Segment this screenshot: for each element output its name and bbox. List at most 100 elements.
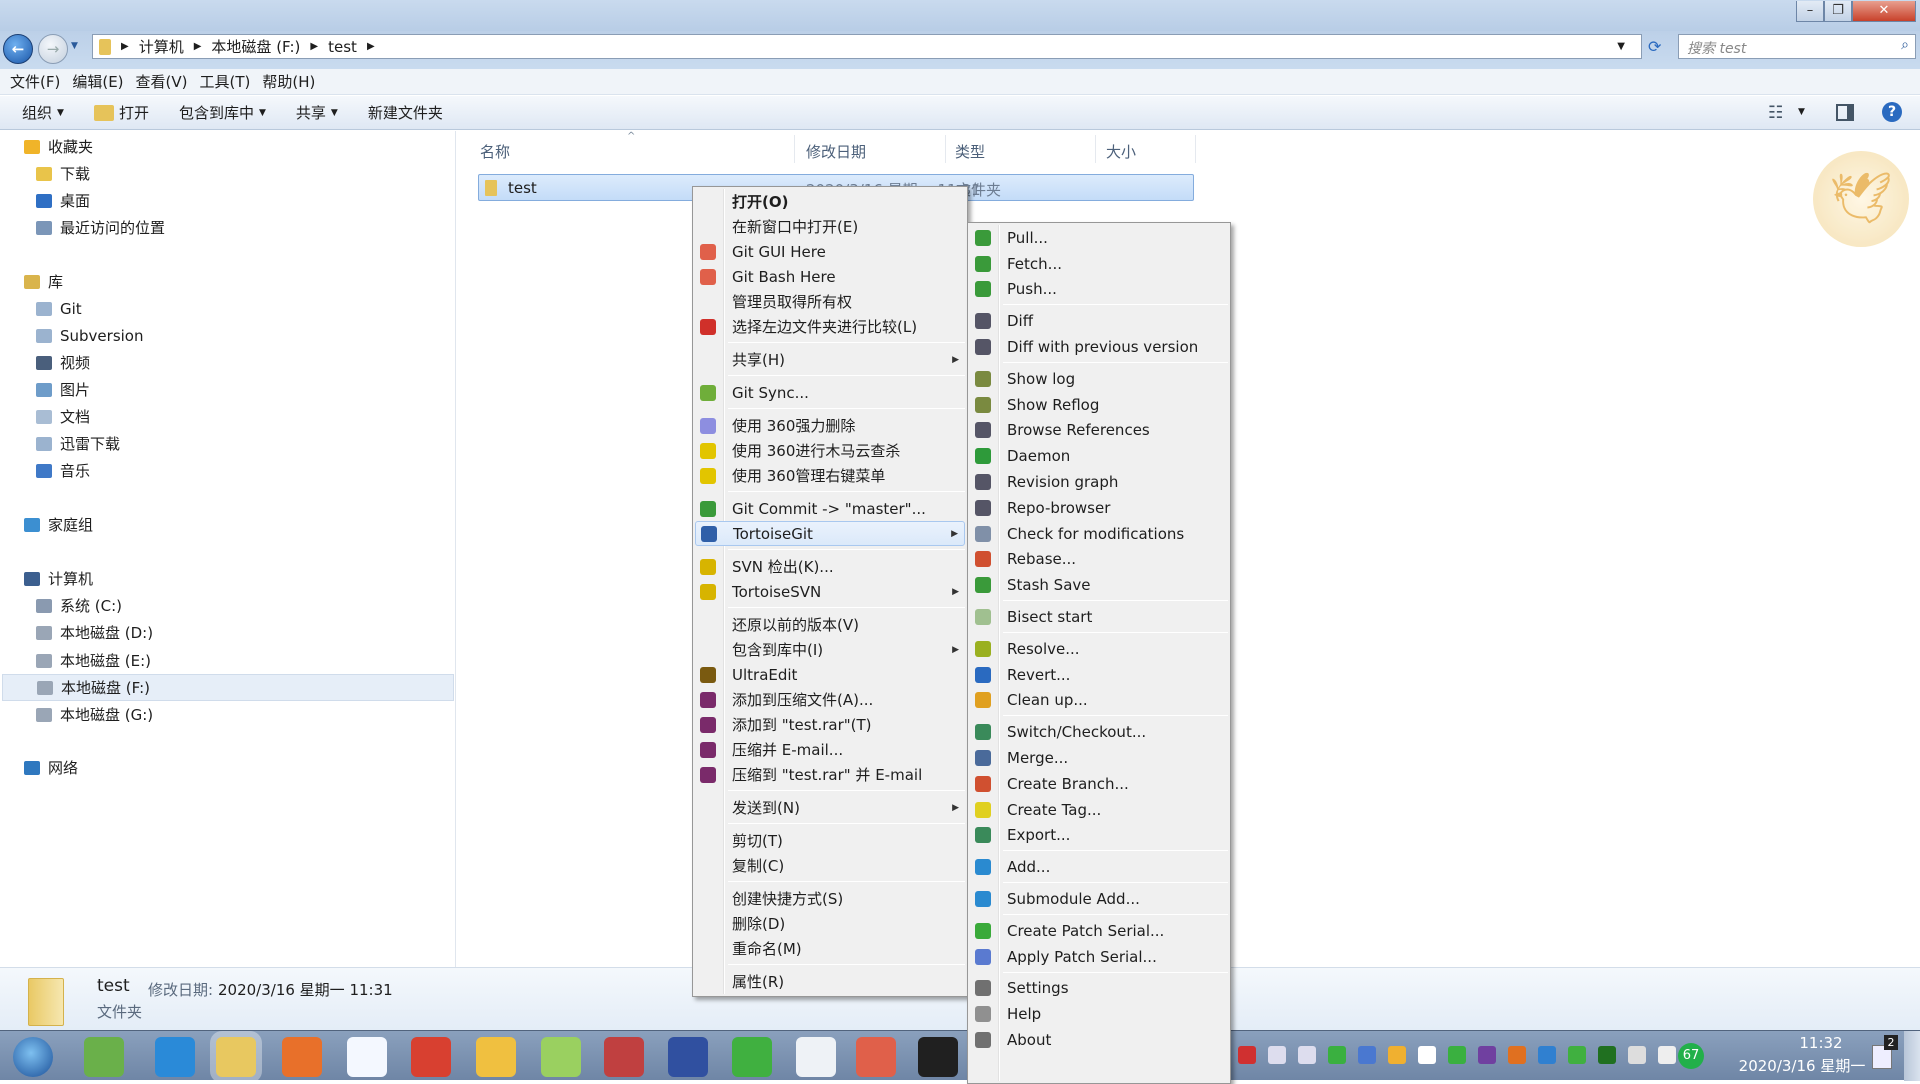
- 360-browser-icon[interactable]: [732, 1037, 772, 1077]
- preview-pane-icon[interactable]: [1836, 104, 1854, 121]
- menu-item-rebase[interactable]: Rebase...: [970, 547, 1228, 573]
- column-date-modified[interactable]: 修改日期: [806, 141, 866, 162]
- menu-item-pull[interactable]: Pull...: [970, 225, 1228, 251]
- menu-item-选择左边文件夹进行比较-l[interactable]: 选择左边文件夹进行比较(L): [695, 314, 965, 339]
- menu-item-add[interactable]: Add...: [970, 854, 1228, 880]
- remote-desktop-icon[interactable]: [668, 1037, 708, 1077]
- menu-view[interactable]: 查看(V): [136, 71, 188, 92]
- sidebar-item[interactable]: 音乐: [2, 457, 454, 484]
- address-bar[interactable]: ▶ 计算机 ▶ 本地磁盘 (F:) ▶ test ▶ ▼: [92, 34, 1642, 59]
- menu-item-switch-checkout[interactable]: Switch/Checkout...: [970, 719, 1228, 745]
- tray-icon[interactable]: [1628, 1046, 1646, 1064]
- include-in-library-button[interactable]: 包含到库中 ▼: [179, 102, 266, 123]
- menu-item-fetch[interactable]: Fetch...: [970, 251, 1228, 277]
- git-gui-icon[interactable]: [856, 1037, 896, 1077]
- menu-item-submodule-add[interactable]: Submodule Add...: [970, 886, 1228, 912]
- menu-item-ultraedit[interactable]: UltraEdit: [695, 662, 965, 687]
- menu-item-repo-browser[interactable]: Repo-browser: [970, 495, 1228, 521]
- menu-file[interactable]: 文件(F): [10, 71, 60, 92]
- menu-item-export[interactable]: Export...: [970, 823, 1228, 849]
- share-button[interactable]: 共享 ▼: [296, 102, 338, 123]
- tray-icon[interactable]: [1388, 1046, 1406, 1064]
- menu-item-svn-检出-k[interactable]: SVN 检出(K)...: [695, 554, 965, 579]
- pdf-icon[interactable]: [282, 1037, 322, 1077]
- menu-item-添加到压缩文件-a[interactable]: 添加到压缩文件(A)...: [695, 687, 965, 712]
- sidebar-item[interactable]: 文档: [2, 403, 454, 430]
- menu-item-共享-h[interactable]: 共享(H) ▶: [695, 347, 965, 372]
- menu-item-打开-o[interactable]: 打开(O): [695, 189, 965, 214]
- tray-icon[interactable]: [1448, 1046, 1466, 1064]
- organize-button[interactable]: 组织 ▼: [22, 102, 64, 123]
- tray-icon[interactable]: [1268, 1046, 1286, 1064]
- search-input[interactable]: 搜索 test ⌕: [1678, 34, 1916, 59]
- sidebar-item[interactable]: Subversion: [2, 322, 454, 349]
- menu-item-使用-360强力删除[interactable]: 使用 360强力删除: [695, 413, 965, 438]
- sidebar-item[interactable]: 最近访问的位置: [2, 214, 454, 241]
- menu-item-show-log[interactable]: Show log: [970, 366, 1228, 392]
- sidebar-item[interactable]: 计算机: [2, 565, 454, 592]
- sidebar-item[interactable]: 迅雷下载: [2, 430, 454, 457]
- sidebar-item[interactable]: 视频: [2, 349, 454, 376]
- recent-pages-dropdown[interactable]: ▼: [71, 41, 78, 51]
- column-type[interactable]: 类型: [955, 141, 985, 162]
- menu-item-在新窗口中打开-e[interactable]: 在新窗口中打开(E): [695, 214, 965, 239]
- tray-icon[interactable]: [1598, 1046, 1616, 1064]
- menu-item-git-gui-here[interactable]: Git GUI Here: [695, 239, 965, 264]
- menu-item-创建快捷方式-s[interactable]: 创建快捷方式(S): [695, 886, 965, 911]
- show-desktop-button[interactable]: [1904, 1031, 1920, 1081]
- app-icon[interactable]: [604, 1037, 644, 1077]
- sidebar-item[interactable]: 收藏夹: [2, 133, 454, 160]
- menu-item-create-branch[interactable]: Create Branch...: [970, 771, 1228, 797]
- menu-item-show-reflog[interactable]: Show Reflog: [970, 392, 1228, 418]
- menu-item-管理员取得所有权[interactable]: 管理员取得所有权: [695, 289, 965, 314]
- menu-tools[interactable]: 工具(T): [200, 71, 251, 92]
- breadcrumb-computer[interactable]: 计算机: [139, 36, 184, 57]
- menu-item-发送到-n[interactable]: 发送到(N) ▶: [695, 795, 965, 820]
- tray-icon[interactable]: [1508, 1046, 1526, 1064]
- menu-item-check-for-modifications[interactable]: Check for modifications: [970, 521, 1228, 547]
- app-icon[interactable]: [476, 1037, 516, 1077]
- battery-badge[interactable]: 67: [1678, 1043, 1704, 1069]
- menu-item-revert[interactable]: Revert...: [970, 662, 1228, 688]
- column-divider[interactable]: [794, 135, 795, 163]
- forward-button[interactable]: →: [38, 34, 68, 64]
- menu-item-merge[interactable]: Merge...: [970, 745, 1228, 771]
- menu-item-revision-graph[interactable]: Revision graph: [970, 469, 1228, 495]
- breadcrumb-test[interactable]: test: [328, 38, 357, 56]
- calculator-icon[interactable]: [796, 1037, 836, 1077]
- menu-item-使用-360管理右键菜单[interactable]: 使用 360管理右键菜单: [695, 463, 965, 488]
- tray-icon[interactable]: [1238, 1046, 1256, 1064]
- menu-item-tortoisesvn[interactable]: TortoiseSVN ▶: [695, 579, 965, 604]
- menu-item-settings[interactable]: Settings: [970, 976, 1228, 1002]
- menu-item-压缩并-e-mail[interactable]: 压缩并 E-mail...: [695, 737, 965, 762]
- menu-item-git-sync[interactable]: Git Sync...: [695, 380, 965, 405]
- menu-item-stash-save[interactable]: Stash Save: [970, 572, 1228, 598]
- menu-item-属性-r[interactable]: 属性(R): [695, 969, 965, 994]
- tray-icon[interactable]: [1478, 1046, 1496, 1064]
- menu-item-添加到-test-rar-t[interactable]: 添加到 "test.rar"(T): [695, 712, 965, 737]
- app-icon[interactable]: [541, 1037, 581, 1077]
- chrome-icon[interactable]: [411, 1037, 451, 1077]
- tray-icon[interactable]: [1658, 1046, 1676, 1064]
- tray-icon[interactable]: [1538, 1046, 1556, 1064]
- app-icon[interactable]: [84, 1037, 124, 1077]
- sidebar-item[interactable]: 图片: [2, 376, 454, 403]
- clock-time[interactable]: 11:32: [1766, 1034, 1876, 1052]
- breadcrumb-drive-f[interactable]: 本地磁盘 (F:): [211, 36, 300, 57]
- new-folder-button[interactable]: 新建文件夹: [368, 102, 443, 123]
- column-size[interactable]: 大小: [1106, 141, 1136, 162]
- sidebar-item[interactable]: 桌面: [2, 187, 454, 214]
- tray-icon[interactable]: [1568, 1046, 1586, 1064]
- column-divider[interactable]: [1095, 135, 1096, 163]
- menu-item-push[interactable]: Push...: [970, 277, 1228, 303]
- sidebar-item[interactable]: 下载: [2, 160, 454, 187]
- sidebar-item[interactable]: 本地磁盘 (F:): [2, 674, 454, 701]
- menu-item-重命名-m[interactable]: 重命名(M): [695, 936, 965, 961]
- terminal-icon[interactable]: [918, 1037, 958, 1077]
- menu-item-create-tag[interactable]: Create Tag...: [970, 797, 1228, 823]
- sidebar-item[interactable]: 家庭组: [2, 511, 454, 538]
- menu-item-git-commit-master[interactable]: Git Commit -> "master"...: [695, 496, 965, 521]
- sidebar-item[interactable]: 本地磁盘 (G:): [2, 701, 454, 728]
- menu-item-diff[interactable]: Diff: [970, 308, 1228, 334]
- open-button[interactable]: 打开: [93, 102, 149, 123]
